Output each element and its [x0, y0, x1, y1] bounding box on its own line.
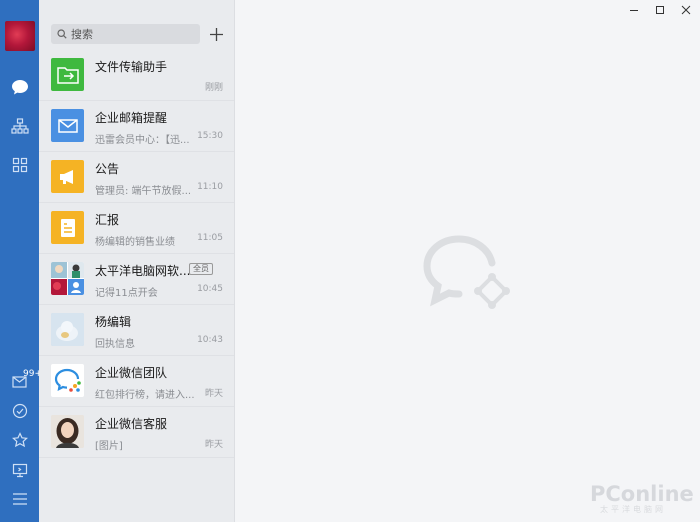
conversation-preview: 记得11点开会	[95, 288, 158, 299]
conversation-time: 10:43	[197, 335, 223, 345]
megaphone-icon	[51, 160, 84, 193]
my-avatar[interactable]	[5, 21, 35, 51]
wework-placeholder-logo-icon	[423, 235, 510, 309]
conversation-time: 11:10	[197, 182, 223, 192]
report-icon	[51, 211, 84, 244]
screen-icon[interactable]	[0, 455, 39, 485]
todo-check-icon[interactable]	[0, 396, 39, 426]
search-input[interactable]: 搜索	[51, 24, 200, 44]
file-transfer-icon	[51, 58, 84, 91]
chat-area	[235, 0, 700, 522]
star-icon[interactable]	[0, 425, 39, 455]
sidebar: 99+	[0, 0, 42, 522]
conversation-list: 搜索 文件传输助手 刚刚 企业邮箱提醒 迅雷会员中心：【迅... 15:30 公…	[39, 0, 235, 522]
conversation-preview: 红包排行榜，请进入...	[95, 390, 195, 401]
messages-icon[interactable]	[0, 72, 39, 102]
conversation-item[interactable]: 企业微信团队 红包排行榜，请进入... 昨天	[39, 356, 234, 407]
search-icon	[57, 29, 67, 39]
maximize-icon[interactable]	[650, 3, 670, 17]
conversation-title: 文件传输助手	[95, 60, 168, 74]
conversation-title: 汇报	[95, 213, 120, 227]
conversation-item[interactable]: 汇报 杨编辑的销售业绩 11:05	[39, 203, 234, 254]
conversation-time: 15:30	[197, 131, 223, 141]
watermark-sub: 太平洋电脑网	[600, 505, 666, 514]
service-avatar-icon	[51, 415, 84, 448]
watermark-brand: PConline	[590, 482, 694, 506]
conversation-item[interactable]: 公告 管理员: 端午节放假... 11:10	[39, 152, 234, 203]
add-button[interactable]	[207, 24, 225, 44]
conversation-preview: 杨编辑的销售业绩	[95, 237, 175, 248]
wework-logo-icon	[51, 364, 84, 397]
conversation-title: 太平洋电脑网软...	[95, 264, 191, 278]
conversation-time: 11:05	[197, 233, 223, 243]
group-avatar-icon	[51, 262, 84, 295]
workbench-grid-icon[interactable]	[0, 150, 39, 180]
conversation-preview: 回执信息	[95, 339, 135, 350]
conversation-time: 昨天	[204, 440, 223, 450]
plus-icon	[209, 27, 223, 41]
conversation-title: 杨编辑	[95, 315, 132, 329]
org-chart-icon[interactable]	[0, 111, 39, 141]
conversation-time: 10:45	[197, 284, 223, 294]
conversation-item[interactable]: 文件传输助手 刚刚	[39, 50, 234, 101]
search-placeholder: 搜索	[71, 28, 93, 41]
menu-icon[interactable]	[0, 484, 39, 514]
conversation-time: 刚刚	[204, 83, 223, 93]
conversation-preview: 迅雷会员中心：【迅...	[95, 135, 190, 146]
conversation-item[interactable]: 太平洋电脑网软... 全员 记得11点开会 10:45	[39, 254, 234, 305]
conversation-time: 昨天	[204, 389, 223, 399]
conversation-item[interactable]: 企业邮箱提醒 迅雷会员中心：【迅... 15:30	[39, 101, 234, 152]
mail-icon	[51, 109, 84, 142]
conversation-preview: 管理员: 端午节放假...	[95, 186, 192, 197]
conversation-title: 公告	[95, 162, 120, 176]
conversation-title: 企业微信客服	[95, 417, 168, 431]
conversation-item[interactable]: 企业微信客服 [图片] 昨天	[39, 407, 234, 458]
close-icon[interactable]	[676, 3, 696, 17]
conversation-preview: [图片]	[95, 441, 123, 452]
minimize-icon[interactable]	[624, 3, 644, 17]
all-members-tag: 全员	[189, 263, 213, 275]
conversation-title: 企业微信团队	[95, 366, 168, 380]
user-avatar-icon	[51, 313, 84, 346]
conversation-item[interactable]: 杨编辑 回执信息 10:43	[39, 305, 234, 356]
conversation-title: 企业邮箱提醒	[95, 111, 168, 125]
